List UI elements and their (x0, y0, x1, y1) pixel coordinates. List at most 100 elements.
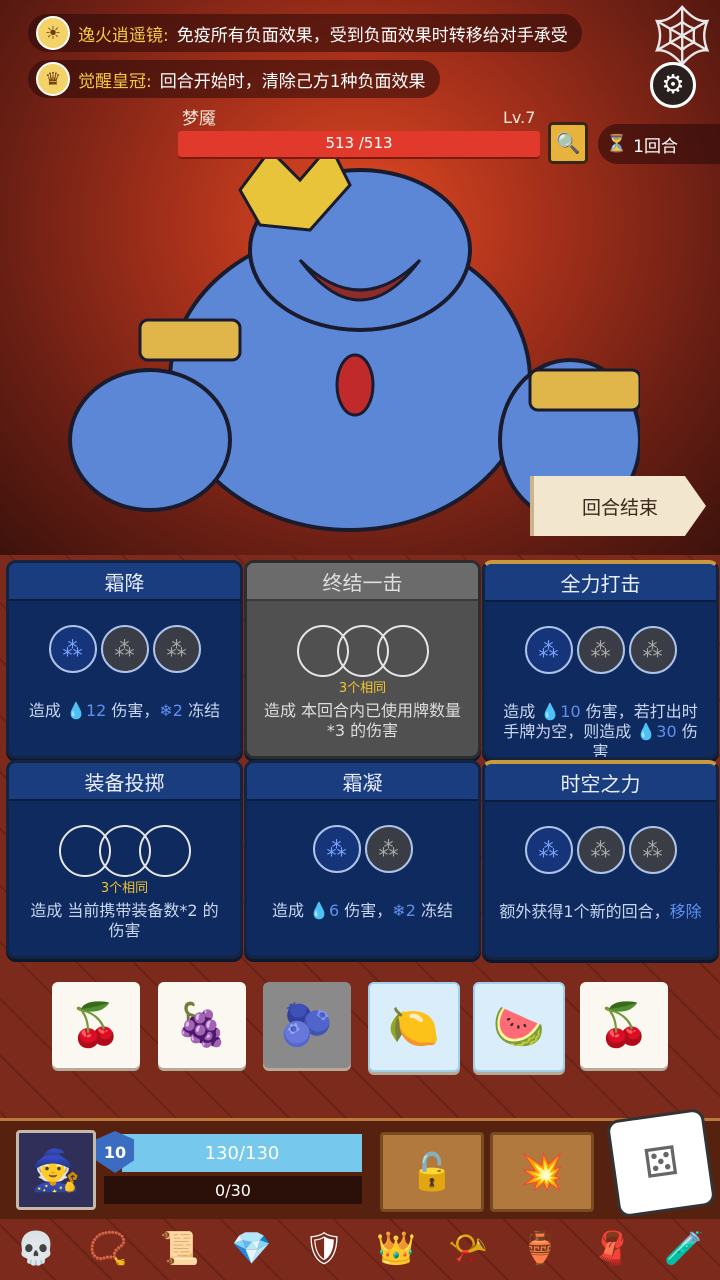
player-hp-text: 130/130 (204, 1142, 280, 1164)
fruit-icon: 🫐 (280, 1000, 334, 1049)
desc-value: 💧10 (540, 702, 581, 721)
skill-card[interactable]: 终结一击 3个相同 造成 本回合内已使用牌数量*3 的伤害 (244, 560, 481, 759)
fruit-icon: 🍒 (69, 1000, 123, 1049)
skill-card[interactable]: 全力打击 ⁂ ⁂ ⁂ 造成 💧10 伤害，若打出时手牌为空，则造成 💧30 伤害 (482, 560, 719, 760)
boss-hp-text: 513 /513 (325, 134, 393, 152)
bracelet-icon[interactable]: 📿 (88, 1229, 128, 1267)
fruit-icon: 🍉 (492, 1002, 546, 1051)
roll-dice-button[interactable]: ⚄ (605, 1107, 717, 1219)
same-requirement (9, 677, 240, 695)
skill-card[interactable]: 装备投掷 3个相同 造成 当前携带装备数*2 的伤害 (6, 760, 243, 959)
card-desc: 造成 💧6 伤害，❄2 冻结 (247, 895, 478, 921)
dice-slot-gray[interactable]: ⁂ (576, 826, 625, 874)
desc-value: 移除 (669, 902, 702, 921)
card-title: 霜凝 (247, 763, 478, 801)
boss-hp-bar: 513 /513 (178, 131, 540, 157)
boss-level: Lv.7 (503, 108, 536, 127)
dice-slots (9, 825, 240, 877)
card-desc: 造成 本回合内已使用牌数量*3 的伤害 (247, 695, 478, 741)
desc-text: 造成 (272, 901, 310, 920)
dice-slots: ⁂ ⁂ ⁂ (485, 826, 716, 874)
dice-slot-blue[interactable]: ⁂ (524, 826, 573, 874)
card-title: 霜降 (9, 563, 240, 601)
mirror-icon: ☀ (36, 16, 70, 50)
card-desc: 额外获得1个新的回合，移除 (485, 896, 716, 922)
dice-slots: ⁂ ⁂ ⁂ (485, 626, 716, 674)
wizard-icon: 🧙 (31, 1147, 81, 1194)
card-desc: 造成 💧12 伤害，❄2 冻结 (9, 695, 240, 721)
same-requirement: 3个相同 (338, 681, 387, 696)
dice-frozen[interactable]: 🍉 (473, 982, 565, 1072)
fruit-icon: 🍋 (387, 1002, 441, 1051)
dice-face[interactable]: 🍒 (52, 982, 140, 1068)
dice-face[interactable]: 🍒 (580, 982, 668, 1068)
dice-face[interactable]: 🍇 (158, 982, 246, 1068)
player-exp-text: 0/30 (215, 1180, 251, 1200)
desc-text: 造成 本回合内已使用牌数量*3 的伤害 (263, 701, 462, 740)
player-hp-bar: 130/130 (122, 1134, 362, 1172)
card-title: 时空之力 (485, 764, 716, 802)
card-desc: 造成 当前携带装备数*2 的伤害 (9, 895, 240, 941)
dice-slot-blue[interactable]: ⁂ (312, 825, 361, 873)
dice-face[interactable]: 🫐 (263, 982, 351, 1068)
skill-card[interactable]: 霜降 ⁂ ⁂ ⁂ 造成 💧12 伤害，❄2 冻结 (6, 560, 243, 759)
shatter-button[interactable]: 💥 (490, 1132, 594, 1212)
buff-name: 觉醒皇冠: (78, 71, 152, 92)
magnifier-icon: 🔍 (555, 131, 581, 155)
player-avatar[interactable]: 🧙 (16, 1130, 96, 1210)
dice-slots: ⁂ ⁂ ⁂ (9, 625, 240, 673)
armor-icon[interactable]: 🛡 (304, 1229, 345, 1267)
end-turn-button[interactable]: 回合结束 (530, 476, 706, 536)
dice-slot-gray[interactable]: ⁂ (152, 625, 201, 673)
card-title: 全力打击 (485, 564, 716, 602)
dice-slots: ⁂ ⁂ (247, 825, 478, 873)
desc-text: 冻结 (182, 701, 221, 720)
player-exp-bar: 0/30 (104, 1176, 362, 1204)
dice-slot-gray[interactable]: ⁂ (364, 825, 413, 873)
lock-button[interactable]: 🔓 (380, 1132, 484, 1212)
scroll-icon[interactable]: 📜 (160, 1229, 200, 1267)
dice-slot-gray[interactable]: ⁂ (628, 626, 677, 674)
hourglass-icon: ⏳ (606, 134, 628, 154)
boss-name: 梦魇 (182, 109, 216, 129)
shatter-icon: 💥 (519, 1152, 565, 1193)
dice-slot-gray[interactable]: ⁂ (576, 626, 625, 674)
same-requirement: 3个相同 (100, 881, 149, 896)
horn-icon[interactable]: 📯 (448, 1229, 488, 1267)
crystal-icon[interactable]: 💎 (232, 1229, 272, 1267)
desc-text: 伤害， (106, 701, 160, 720)
round-text: 1回合 (633, 136, 678, 157)
round-counter: ⏳ 1回合 (598, 124, 720, 164)
crown-icon[interactable]: 👑 (376, 1229, 416, 1267)
dice-frozen[interactable]: 🍋 (368, 982, 460, 1072)
desc-text: 额外获得1个新的回合， (499, 902, 670, 921)
skull-icon[interactable]: 💀 (16, 1229, 56, 1267)
vase-icon[interactable]: 🏺 (520, 1229, 560, 1267)
same-requirement (485, 678, 716, 696)
inventory-bar: 💀 📿 📜 💎 🛡 👑 📯 🏺 🧣 🧪 (0, 1220, 720, 1276)
player-level-text: 10 (103, 1142, 127, 1162)
dice-slot-gray[interactable]: ⁂ (628, 826, 677, 874)
desc-value: 💧6 (309, 901, 340, 920)
settings-gear-icon[interactable]: ⚙ (650, 62, 696, 108)
potion-icon[interactable]: 🧪 (664, 1229, 704, 1267)
dice-slot-blue[interactable]: ⁂ (524, 626, 573, 674)
inspect-button[interactable]: 🔍 (548, 122, 588, 164)
crown-icon: ♛ (36, 62, 70, 96)
card-title: 装备投掷 (9, 763, 240, 801)
dice-slot-gray[interactable]: ⁂ (100, 625, 149, 673)
buff-desc: 免疫所有负面效果，受到负面效果时转移给对手承受 (176, 25, 568, 46)
dice-slot-empty[interactable] (376, 625, 429, 677)
hood-icon[interactable]: 🧣 (592, 1229, 632, 1267)
desc-text: 造成 (28, 701, 67, 720)
desc-text: 伤害， (339, 901, 393, 920)
buff-mirror[interactable]: ☀ 逸火逍遥镜: 免疫所有负面效果，受到负面效果时转移给对手承受 (28, 14, 582, 52)
dice-slot-empty[interactable] (138, 825, 191, 877)
fruit-icon: 🍒 (597, 1000, 651, 1049)
card-desc: 造成 💧10 伤害，若打出时手牌为空，则造成 💧30 伤害 (485, 696, 716, 757)
skill-card[interactable]: 时空之力 ⁂ ⁂ ⁂ 额外获得1个新的回合，移除 (482, 760, 719, 960)
same-requirement (485, 878, 716, 896)
dice-slot-blue[interactable]: ⁂ (48, 625, 97, 673)
buff-crown[interactable]: ♛ 觉醒皇冠: 回合开始时，清除己方1种负面效果 (28, 60, 440, 98)
skill-card[interactable]: 霜凝 ⁂ ⁂ 造成 💧6 伤害，❄2 冻结 (244, 760, 481, 959)
